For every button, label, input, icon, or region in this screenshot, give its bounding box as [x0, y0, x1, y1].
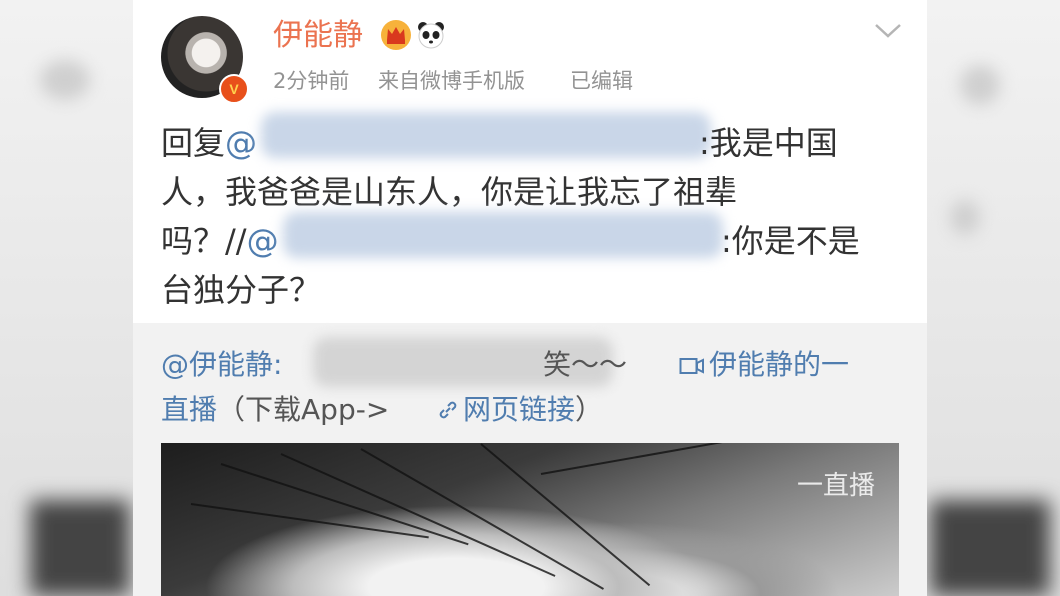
post-text-line-3-end: :你是不是	[721, 222, 860, 260]
live-video-link-cont[interactable]: 直播	[161, 393, 217, 426]
username[interactable]: 伊能静	[273, 16, 363, 56]
background-blur	[960, 65, 1000, 105]
post-text-line-2: 人，我爸爸是山东人，你是让我忘了祖辈	[161, 173, 738, 211]
video-thumbnail[interactable]: 一直播	[161, 443, 899, 596]
repost-box[interactable]: @伊能静: 笑～～ 伊能静的一 直播（下载App-> 网页链接） 一直播	[133, 323, 927, 596]
repost-mention[interactable]: @	[247, 222, 279, 260]
repost-text-tail: 笑～～	[543, 348, 628, 381]
post-text-line-4: 台独分子？	[161, 271, 322, 309]
chevron-down-icon[interactable]	[873, 22, 903, 40]
redacted-username	[283, 212, 723, 258]
edited-label[interactable]: 已编辑	[570, 66, 633, 96]
web-page-link[interactable]: 网页链接	[463, 393, 575, 426]
background-blur	[40, 60, 90, 100]
post-text-line-1: 回复@	[161, 123, 257, 163]
post-source[interactable]: 来自微博手机版	[378, 66, 525, 96]
link-icon	[439, 401, 457, 419]
live-video-link[interactable]: 伊能静的一	[709, 346, 849, 384]
reply-prefix: 回复	[161, 124, 226, 162]
close-paren: ）	[575, 393, 604, 426]
video-icon	[679, 358, 704, 374]
verified-badge: V	[219, 74, 249, 104]
post-time: 2分钟前	[273, 69, 350, 93]
repost-text-line-2: 直播（下载App->	[161, 391, 389, 429]
repost-web-link-line: 网页链接）	[463, 391, 603, 429]
repost-author-mention[interactable]: @伊能静:	[161, 346, 282, 384]
repost-prefix: 吗？//	[161, 222, 247, 260]
post-text-line-1-end: :我是中国	[699, 124, 838, 162]
redacted-username	[261, 112, 711, 158]
crown-icon	[381, 20, 411, 50]
post-text-line-3: 吗？//@	[161, 221, 279, 261]
background-blur	[950, 200, 980, 235]
yizhibo-watermark: 一直播	[796, 471, 875, 501]
panda-icon	[418, 22, 444, 49]
background-blur	[930, 500, 1050, 596]
weibo-post-card: V 伊能静 2分钟前 来自微博手机版 已编辑 回复@ :我是中国 人，我爸爸是山…	[133, 0, 927, 596]
download-app-text: （下载App->	[217, 393, 390, 426]
reply-mention[interactable]: @	[225, 124, 257, 162]
background-blur	[30, 500, 130, 596]
